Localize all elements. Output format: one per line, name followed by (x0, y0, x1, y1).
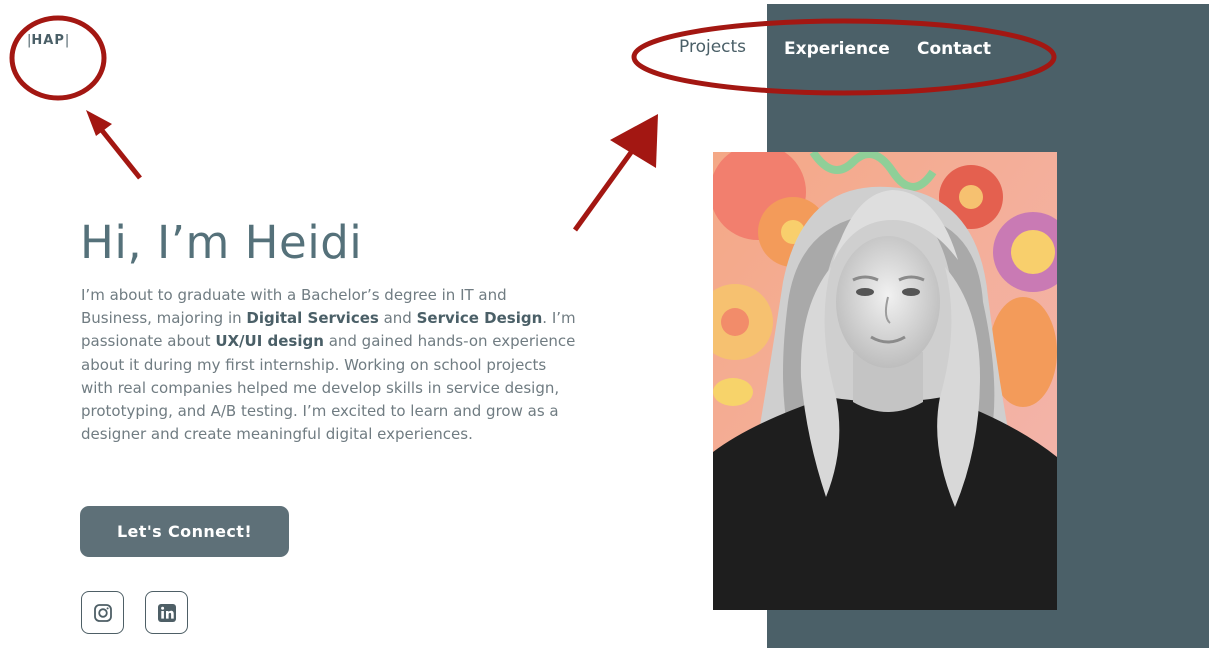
nav-experience[interactable]: Experience (784, 39, 890, 59)
logo-text: HAP (31, 33, 65, 48)
linkedin-link[interactable] (145, 591, 188, 634)
intro-highlight-service-design: Service Design (416, 309, 543, 328)
logo-arrow-icon (86, 110, 142, 180)
nav-projects[interactable]: Projects (679, 37, 746, 57)
hero-intro: I’m about to graduate with a Bachelor’s … (81, 284, 581, 446)
hero-title: Hi, I’m Heidi (80, 216, 363, 269)
instagram-icon (93, 603, 112, 622)
site-logo[interactable]: |HAP| (27, 33, 69, 48)
logo-highlight-circle (9, 15, 107, 101)
nav-arrow-icon (572, 114, 658, 232)
nav-contact[interactable]: Contact (917, 39, 991, 59)
profile-photo-art (713, 152, 1057, 610)
linkedin-icon (157, 603, 176, 622)
profile-photo (713, 152, 1057, 610)
lets-connect-button[interactable]: Let's Connect! (80, 506, 289, 557)
intro-highlight-digital-services: Digital Services (246, 309, 379, 328)
intro-text-2: and (378, 309, 417, 328)
instagram-link[interactable] (81, 591, 124, 634)
intro-highlight-uxui: UX/UI design (215, 332, 324, 351)
